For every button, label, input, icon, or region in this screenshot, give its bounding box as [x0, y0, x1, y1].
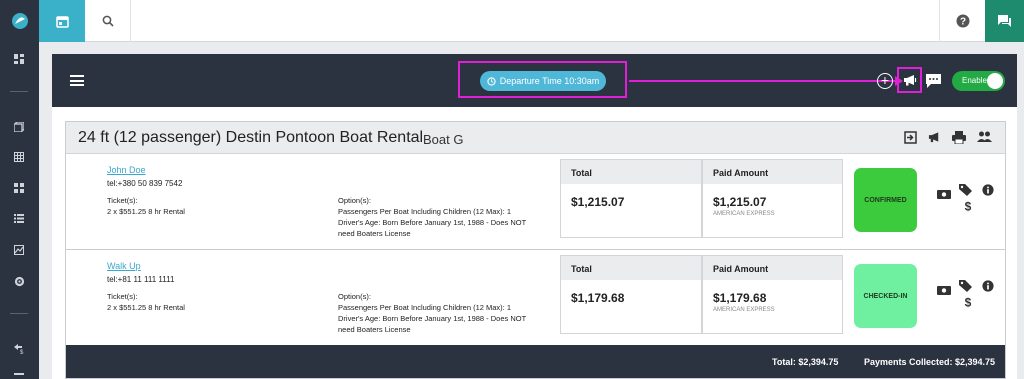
info-icon[interactable] — [981, 184, 995, 196]
search-icon — [102, 15, 114, 27]
dollar-icon[interactable]: $ — [961, 200, 975, 212]
total-header: Total — [561, 256, 701, 280]
customer-name-link[interactable]: Walk Up — [107, 261, 141, 271]
calendar-icon — [55, 15, 69, 28]
sales-icon[interactable]: $ — [11, 342, 27, 356]
departure-time-button[interactable]: Departure Time 10:30am — [480, 71, 606, 91]
sidebar-divider — [10, 91, 28, 92]
options-line: Passengers Per Boat Including Children (… — [338, 303, 512, 312]
list-icon[interactable] — [11, 211, 27, 225]
add-icon[interactable]: + — [877, 73, 893, 89]
tag-icon[interactable] — [959, 280, 973, 292]
announce-button[interactable] — [897, 67, 922, 93]
search-button[interactable] — [85, 0, 131, 42]
reservation-row: Walk Up tel:+81 11 111 1111 Ticket(s): 2… — [66, 249, 1005, 344]
chat-button[interactable] — [985, 0, 1024, 42]
dashboard-icon[interactable] — [11, 52, 27, 66]
calendar-tab[interactable] — [39, 0, 85, 42]
clock-icon — [487, 76, 496, 86]
calendar-grid-icon[interactable] — [11, 150, 27, 164]
toggle-knob — [987, 73, 1003, 89]
svg-text:$: $ — [965, 296, 972, 308]
total-header: Total — [561, 160, 701, 184]
paid-value: $1,179.68 — [713, 291, 767, 305]
annotation-arrow — [629, 80, 898, 82]
footer-total: Total: $2,394.75 — [772, 357, 839, 367]
paid-header: Paid Amount — [703, 256, 842, 280]
total-box: Total $1,179.68 — [560, 255, 702, 334]
svg-text:$: $ — [965, 200, 972, 212]
tickets-info: Ticket(s): 2 x $551.25 8 hr Rental — [107, 291, 185, 313]
top-bar: ? — [39, 0, 1024, 42]
total-box: Total $1,215.07 — [560, 159, 702, 238]
tickets-value: 2 x $551.25 8 hr Rental — [107, 303, 185, 312]
customer-phone: tel:+81 11 111 1111 — [107, 275, 175, 284]
tickets-label: Ticket(s): — [107, 196, 138, 205]
options-info: Option(s): Passengers Per Boat Including… — [338, 195, 558, 239]
total-value: $1,215.07 — [571, 195, 625, 209]
info-icon[interactable] — [981, 280, 995, 292]
paid-box: Paid Amount $1,179.68 AMERICAN EXPRESS — [702, 255, 843, 334]
cash-icon[interactable] — [937, 188, 951, 200]
cash-icon[interactable] — [937, 284, 951, 296]
reservation-row: John Doe tel:+380 50 839 7542 Ticket(s):… — [66, 154, 1005, 249]
left-sidebar: $ — [0, 0, 39, 379]
settings-gear-icon[interactable] — [11, 274, 27, 288]
manifest-header: Departure Time 10:30am + Enable — [52, 54, 1017, 107]
tag-icon[interactable] — [959, 184, 973, 196]
options-label: Option(s): — [338, 196, 371, 205]
options-info: Option(s): Passengers Per Boat Including… — [338, 291, 558, 335]
options-line: need Boaters License — [338, 325, 411, 334]
options-label: Option(s): — [338, 292, 371, 301]
booking-card-header: 24 ft (12 passenger) Destin Pontoon Boat… — [66, 122, 1005, 154]
totals-footer: Total: $2,394.75 Payments Collected: $2,… — [66, 345, 1005, 378]
people-icon[interactable] — [977, 131, 992, 143]
tickets-info: Ticket(s): 2 x $551.25 8 hr Rental — [107, 195, 185, 217]
departure-time-label: Departure Time 10:30am — [499, 76, 600, 86]
booking-title: 24 ft (12 passenger) Destin Pontoon Boat… — [78, 129, 424, 146]
total-value: $1,179.68 — [571, 291, 625, 305]
help-icon: ? — [956, 14, 969, 28]
help-button[interactable]: ? — [939, 0, 985, 42]
reports-chart-icon[interactable] — [11, 243, 27, 257]
options-line: need Boaters License — [338, 229, 411, 238]
print-icon[interactable] — [952, 131, 966, 144]
comment-icon[interactable] — [925, 73, 942, 89]
options-line: Passengers Per Boat Including Children (… — [338, 207, 512, 216]
main-content: Departure Time 10:30am + Enable 24 ft (1… — [52, 54, 1017, 379]
paid-header: Paid Amount — [703, 160, 842, 184]
svg-text:?: ? — [959, 17, 965, 28]
footer-payments: Payments Collected: $2,394.75 — [864, 357, 996, 367]
chat-icon — [998, 15, 1011, 27]
paid-value: $1,215.07 — [713, 195, 767, 209]
enable-toggle[interactable]: Enable — [952, 71, 1005, 91]
booking-card: 24 ft (12 passenger) Destin Pontoon Boat… — [65, 121, 1006, 379]
payment-method: AMERICAN EXPRESS — [713, 307, 775, 313]
status-badge[interactable]: CHECKED-IN — [854, 264, 917, 328]
sidebar-divider — [10, 313, 28, 314]
tickets-value: 2 x $551.25 8 hr Rental — [107, 207, 185, 216]
app-logo[interactable] — [0, 0, 39, 42]
enable-toggle-label: Enable — [962, 76, 987, 85]
megaphone-icon — [903, 75, 916, 86]
booking-actions — [904, 131, 992, 144]
customer-name-link[interactable]: John Doe — [107, 165, 146, 175]
customer-phone: tel:+380 50 839 7542 — [107, 179, 183, 188]
bookings-icon[interactable] — [11, 120, 27, 134]
payment-method: AMERICAN EXPRESS — [713, 211, 775, 217]
megaphone-icon[interactable] — [928, 131, 941, 143]
tickets-label: Ticket(s): — [107, 292, 138, 301]
widgets-icon[interactable] — [11, 181, 27, 195]
dollar-icon[interactable]: $ — [961, 296, 975, 308]
booking-subtitle: Boat G — [423, 132, 464, 147]
options-line: Driver's Age: Born Before January 1st, 1… — [338, 218, 527, 227]
menu-icon[interactable] — [70, 75, 84, 86]
svg-text:$: $ — [20, 350, 24, 354]
paid-box: Paid Amount $1,215.07 AMERICAN EXPRESS — [702, 159, 843, 238]
options-line: Driver's Age: Born Before January 1st, 1… — [338, 314, 527, 323]
check-in-icon[interactable] — [904, 131, 917, 144]
status-badge[interactable]: CONFIRMED — [854, 168, 917, 232]
more-icon[interactable] — [11, 369, 27, 379]
